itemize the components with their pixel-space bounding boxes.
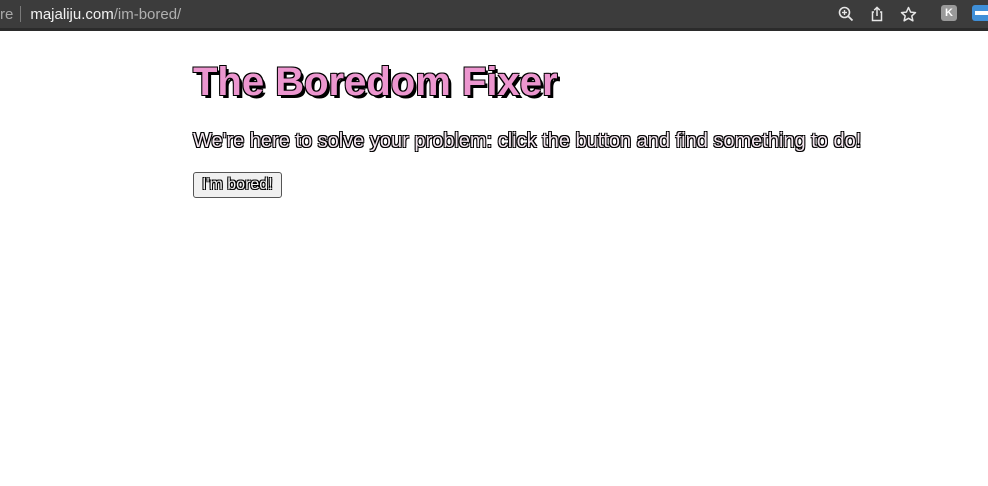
extension-blue-icon[interactable] xyxy=(972,5,988,21)
share-icon[interactable] xyxy=(867,4,887,24)
url-domain: majaliju.com xyxy=(30,5,114,23)
security-label: re xyxy=(0,5,14,23)
page-title: The Boredom Fixer xyxy=(193,60,558,104)
zoom-icon[interactable] xyxy=(836,4,856,24)
im-bored-button[interactable]: I'm bored! xyxy=(193,172,282,198)
page-subtitle: We're here to solve your problem: click … xyxy=(193,130,862,152)
extension-k-icon[interactable]: K xyxy=(941,5,957,21)
star-icon[interactable] xyxy=(898,4,918,24)
url-divider xyxy=(20,6,22,22)
page-content: The Boredom Fixer We're here to solve yo… xyxy=(193,58,953,198)
browser-toolbar: re majaliju.com/im-bored/ K xyxy=(0,0,988,31)
url-path: /im-bored/ xyxy=(113,5,182,23)
address-bar[interactable]: re majaliju.com/im-bored/ xyxy=(0,0,181,28)
